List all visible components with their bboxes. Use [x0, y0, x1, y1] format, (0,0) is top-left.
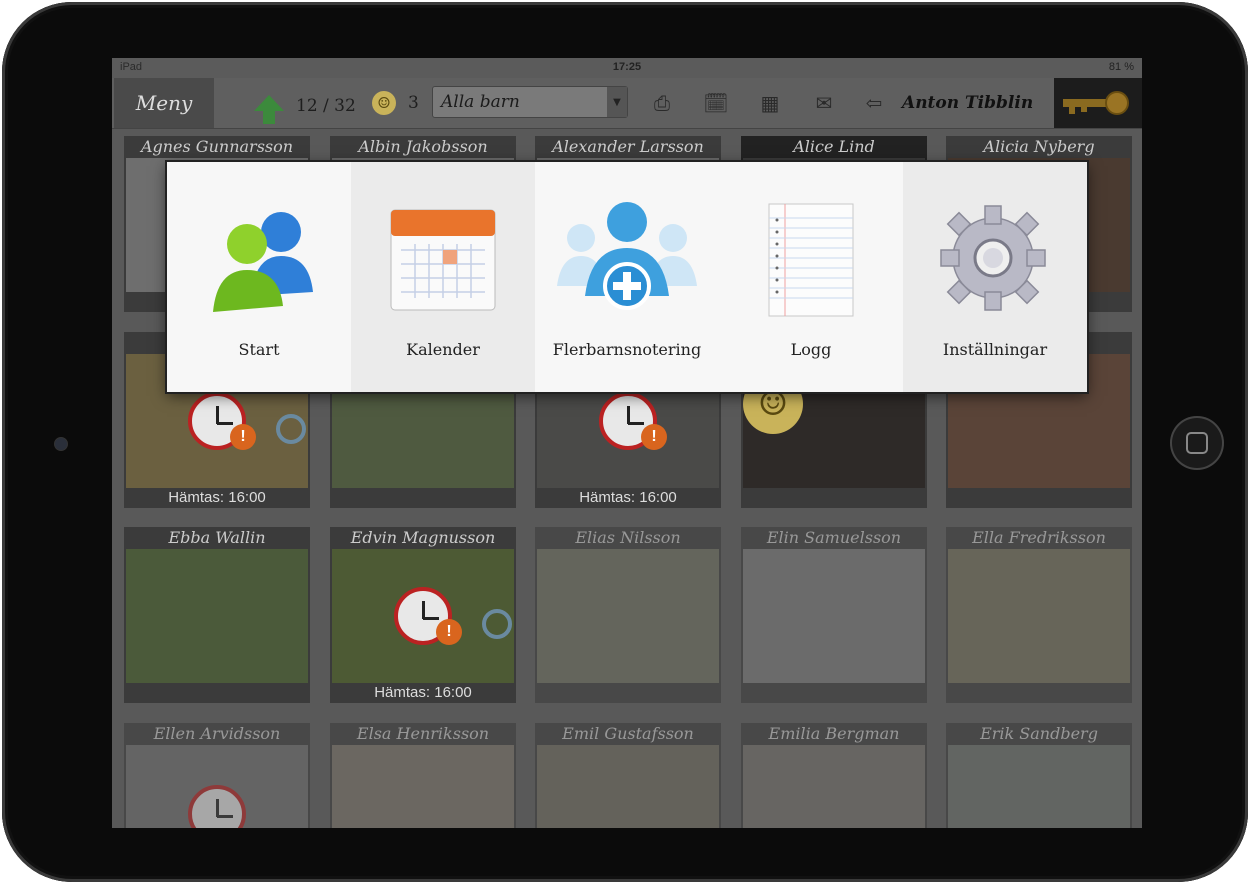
- child-name: Ebba Wallin: [168, 528, 266, 547]
- arrow-up-icon: [254, 95, 284, 124]
- child-name: Ellen Arvidsson: [153, 724, 281, 743]
- child-name: Elin Samuelsson: [766, 528, 902, 547]
- child-card[interactable]: Ebba Wallin: [124, 527, 310, 703]
- present-count: 12 / 32: [296, 96, 356, 116]
- main-menu-popup: Start Kalender Flerbarnsnotering Logg In…: [167, 162, 1087, 392]
- child-card[interactable]: Ella Fredriksson: [946, 527, 1132, 703]
- gear-icon: [935, 200, 1055, 320]
- child-name: Emilia Bergman: [768, 724, 900, 743]
- pickup-time: Hämtas: 16:00: [168, 489, 266, 506]
- menu-item-label: Logg: [790, 340, 832, 359]
- child-name: Erik Sandberg: [980, 724, 1098, 743]
- menu-item-label: Flerbarnsnotering: [552, 340, 702, 359]
- status-bar: iPad 17:25 81 %: [112, 58, 1142, 78]
- child-photo: !: [332, 549, 514, 683]
- group-select[interactable]: Alla barn ▼: [432, 86, 628, 118]
- mail-icon[interactable]: ✉: [810, 90, 838, 116]
- child-photo: [743, 549, 925, 683]
- child-card[interactable]: Ellen Arvidsson: [124, 723, 310, 828]
- home-icon: [1186, 432, 1208, 454]
- child-name: Edvin Magnusson: [350, 528, 496, 547]
- child-name: Alicia Nyberg: [983, 137, 1095, 156]
- chevron-down-icon: ▼: [607, 87, 627, 117]
- clock-icon: [188, 785, 246, 828]
- group-select-value: Alla barn: [441, 92, 520, 112]
- menu-item-label: Inställningar: [942, 340, 1048, 359]
- child-name: Emil Gustafsson: [562, 724, 694, 743]
- child-name: Elias Nilsson: [575, 528, 681, 547]
- users-icon: [199, 200, 319, 320]
- printer-icon[interactable]: ⎙: [648, 90, 676, 116]
- warning-icon: !: [230, 424, 256, 450]
- child-photo: [332, 745, 514, 828]
- magnifier-icon: [276, 414, 306, 444]
- logout-door-icon[interactable]: ⇦: [860, 90, 888, 116]
- present-counter[interactable]: 12 / 32: [254, 78, 356, 128]
- child-name: Alice Lind: [793, 137, 875, 156]
- menu-item-start[interactable]: Start: [167, 162, 351, 392]
- magnifier-icon: [482, 609, 512, 639]
- group-add-icon: [557, 200, 697, 320]
- menu-item-logg[interactable]: Logg: [719, 162, 903, 392]
- child-photo: [948, 745, 1130, 828]
- child-photo: [948, 549, 1130, 683]
- ipad-bezel: iPad 17:25 81 % Meny 12 / 32 ☺ 3 Alla ba…: [2, 2, 1248, 882]
- child-photo: [126, 745, 308, 828]
- smiley-icon: ☺: [372, 91, 396, 115]
- child-card[interactable]: Erik Sandberg: [946, 723, 1132, 828]
- child-photo: [537, 745, 719, 828]
- pickup-time: Hämtas: 16:00: [374, 684, 472, 701]
- child-name: Alexander Larsson: [552, 137, 704, 156]
- key-icon: [1063, 91, 1133, 115]
- menu-item-label: Kalender: [406, 340, 480, 359]
- calendar-icon[interactable]: ▦: [756, 90, 784, 116]
- child-photo: [537, 549, 719, 683]
- user-name[interactable]: Anton Tibblin: [902, 78, 1033, 128]
- child-card[interactable]: Emil Gustafsson: [535, 723, 721, 828]
- calendar-check-icon[interactable]: 🗓: [702, 90, 730, 116]
- lock-button[interactable]: [1054, 78, 1142, 128]
- smiley-counter[interactable]: ☺ 3: [372, 78, 419, 128]
- child-card[interactable]: Elsa Henriksson: [330, 723, 516, 828]
- child-card[interactable]: Edvin Magnusson ! Hämtas: 16:00: [330, 527, 516, 703]
- menu-button[interactable]: Meny: [114, 78, 214, 128]
- menu-item-label: Start: [238, 340, 280, 359]
- notepad-icon: [751, 200, 871, 320]
- menu-item-kalender[interactable]: Kalender: [351, 162, 535, 392]
- child-photo: [126, 549, 308, 683]
- menu-item-installningar[interactable]: Inställningar: [903, 162, 1087, 392]
- warning-icon: !: [641, 424, 667, 450]
- menu-item-flerbarnsnotering[interactable]: Flerbarnsnotering: [535, 162, 719, 392]
- toolbar: Meny 12 / 32 ☺ 3 Alla barn ▼ ⎙ 🗓 ▦ ✉ ⇦ A…: [112, 78, 1142, 129]
- child-card[interactable]: Elias Nilsson: [535, 527, 721, 703]
- child-name: Agnes Gunnarsson: [140, 137, 294, 156]
- home-button[interactable]: [1170, 416, 1224, 470]
- battery-level: 81 %: [1108, 61, 1134, 73]
- pickup-time: Hämtas: 16:00: [579, 489, 677, 506]
- calendar-icon: [383, 200, 503, 320]
- child-photo: [743, 745, 925, 828]
- child-name: Albin Jakobsson: [358, 137, 488, 156]
- child-card[interactable]: Elin Samuelsson: [741, 527, 927, 703]
- clock-time: 17:25: [612, 61, 642, 73]
- child-name: Ella Fredriksson: [972, 528, 1106, 547]
- child-card[interactable]: Emilia Bergman: [741, 723, 927, 828]
- smiley-count: 3: [408, 93, 419, 113]
- child-name: Elsa Henriksson: [356, 724, 490, 743]
- camera: [54, 437, 68, 451]
- warning-icon: !: [436, 619, 462, 645]
